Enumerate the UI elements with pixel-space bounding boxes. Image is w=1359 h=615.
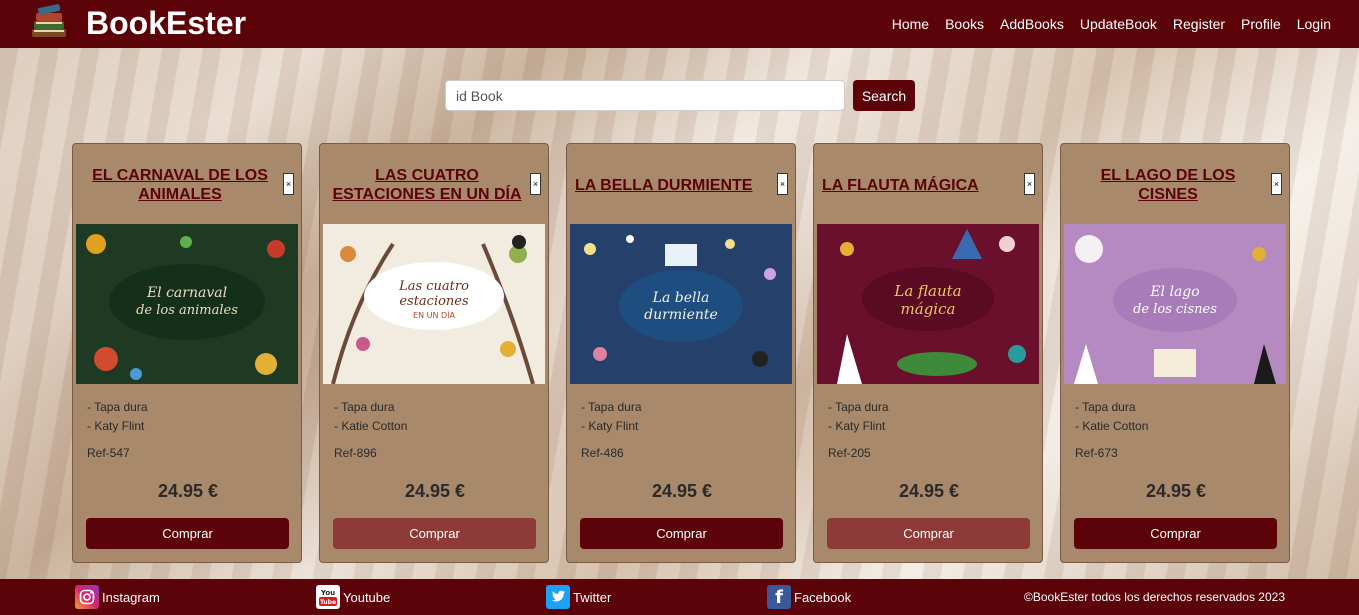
- brand-name[interactable]: BookEster: [86, 5, 246, 42]
- instagram-icon: [75, 585, 99, 609]
- book-price: 24.95 €: [404, 481, 466, 501]
- buy-button[interactable]: Comprar: [1074, 518, 1277, 549]
- book-details: - Tapa dura - Katie Cotton: [334, 398, 407, 436]
- book-author: - Katie Cotton: [334, 419, 408, 433]
- book-binding: - Tapa dura: [1075, 400, 1136, 414]
- buy-button[interactable]: Comprar: [86, 518, 289, 549]
- book-cover-image: El lago de los cisnes: [1064, 224, 1286, 384]
- top-navbar: BookEster Home Books AddBooks UpdateBook…: [0, 0, 1359, 48]
- book-details: - Tapa dura - Katie Cotton: [1075, 398, 1148, 436]
- footer: Instagram You Tube Youtube Twitter f Face…: [0, 579, 1359, 615]
- book-title-link[interactable]: LA FLAUTA MÁGICA: [822, 150, 1020, 220]
- twitter-icon: [546, 585, 570, 609]
- youtube-label: Youtube: [343, 589, 391, 605]
- book-price: 24.95 €: [157, 481, 219, 501]
- search-bar: Search: [445, 80, 915, 111]
- youtube-icon: You Tube: [316, 585, 340, 609]
- svg-text:Tube: Tube: [320, 599, 336, 606]
- buy-button[interactable]: Comprar: [333, 518, 536, 549]
- instagram-label: Instagram: [102, 589, 160, 605]
- book-binding: - Tapa dura: [334, 400, 395, 414]
- book-details: - Tapa dura - Katy Flint: [87, 398, 148, 436]
- nav-login[interactable]: Login: [1297, 16, 1331, 32]
- twitter-label: Twitter: [573, 589, 612, 605]
- search-input[interactable]: [445, 80, 845, 111]
- book-ref: Ref-896: [334, 446, 377, 460]
- svg-text:El lago: El lago: [1149, 284, 1199, 300]
- instagram-link[interactable]: Instagram: [75, 585, 160, 609]
- facebook-label: Facebook: [794, 589, 852, 605]
- book-title-link[interactable]: EL LAGO DE LOS CISNES: [1069, 150, 1267, 220]
- close-icon[interactable]: ×: [283, 173, 294, 195]
- book-cover-image: La flauta mágica: [817, 224, 1039, 384]
- book-cover-image: El carnaval de los animales: [76, 224, 298, 384]
- book-ref: Ref-486: [581, 446, 624, 460]
- book-card: LAS CUATRO ESTACIONES EN UN DÍA × Las cu…: [319, 143, 549, 563]
- book-cover-image: Las cuatro estaciones EN UN DÍA: [323, 224, 545, 384]
- books-logo-icon[interactable]: [28, 3, 70, 43]
- facebook-icon: f: [767, 585, 791, 609]
- book-author: - Katie Cotton: [1075, 419, 1149, 433]
- book-details: - Tapa dura - Katy Flint: [581, 398, 642, 436]
- nav-books[interactable]: Books: [945, 16, 984, 32]
- close-icon[interactable]: ×: [530, 173, 541, 195]
- svg-text:El carnaval: El carnaval: [146, 285, 227, 301]
- book-card: LA FLAUTA MÁGICA × La flauta mágica - Ta…: [813, 143, 1043, 563]
- svg-text:de los animales: de los animales: [136, 303, 238, 318]
- book-card: LA BELLA DURMIENTE × La bella durmiente …: [566, 143, 796, 563]
- copyright-text: ©BookEster todos los derechos reservados…: [1024, 590, 1285, 604]
- svg-text:You: You: [320, 589, 335, 597]
- close-icon[interactable]: ×: [777, 173, 788, 195]
- book-details: - Tapa dura - Katy Flint: [828, 398, 889, 436]
- book-cover-image: La bella durmiente: [570, 224, 792, 384]
- nav-updatebook[interactable]: UpdateBook: [1080, 16, 1157, 32]
- twitter-link[interactable]: Twitter: [546, 585, 611, 609]
- book-ref: Ref-547: [87, 446, 130, 460]
- svg-text:durmiente: durmiente: [644, 307, 718, 323]
- book-card-list: EL CARNAVAL DE LOS ANIMALES × El carnava…: [72, 143, 1290, 563]
- book-binding: - Tapa dura: [87, 400, 148, 414]
- svg-text:de los cisnes: de los cisnes: [1133, 302, 1217, 317]
- book-price: 24.95 €: [1145, 481, 1207, 501]
- nav-home[interactable]: Home: [892, 16, 929, 32]
- svg-text:estaciones: estaciones: [399, 294, 469, 309]
- book-author: - Katy Flint: [828, 419, 886, 433]
- nav-register[interactable]: Register: [1173, 16, 1225, 32]
- nav-profile[interactable]: Profile: [1241, 16, 1281, 32]
- book-card: EL CARNAVAL DE LOS ANIMALES × El carnava…: [72, 143, 302, 563]
- buy-button[interactable]: Comprar: [827, 518, 1030, 549]
- close-icon[interactable]: ×: [1271, 173, 1282, 195]
- svg-text:mágica: mágica: [901, 300, 956, 318]
- book-ref: Ref-205: [828, 446, 871, 460]
- book-card: EL LAGO DE LOS CISNES × El lago de los c…: [1060, 143, 1290, 563]
- buy-button[interactable]: Comprar: [580, 518, 783, 549]
- svg-text:La flauta: La flauta: [893, 282, 961, 300]
- book-title-link[interactable]: EL CARNAVAL DE LOS ANIMALES: [81, 150, 279, 220]
- svg-text:Las cuatro: Las cuatro: [398, 279, 469, 294]
- search-button[interactable]: Search: [853, 80, 915, 111]
- book-binding: - Tapa dura: [828, 400, 889, 414]
- book-price: 24.95 €: [898, 481, 960, 501]
- close-icon[interactable]: ×: [1024, 173, 1035, 195]
- main-nav: Home Books AddBooks UpdateBook Register …: [892, 0, 1331, 48]
- svg-text:EN UN DÍA: EN UN DÍA: [413, 309, 455, 320]
- book-title-link[interactable]: LAS CUATRO ESTACIONES EN UN DÍA: [328, 150, 526, 220]
- nav-addbooks[interactable]: AddBooks: [1000, 16, 1064, 32]
- book-author: - Katy Flint: [581, 419, 639, 433]
- book-binding: - Tapa dura: [581, 400, 642, 414]
- book-title-link[interactable]: LA BELLA DURMIENTE: [575, 150, 773, 220]
- book-price: 24.95 €: [651, 481, 713, 501]
- book-ref: Ref-673: [1075, 446, 1118, 460]
- facebook-link[interactable]: f Facebook: [767, 585, 851, 609]
- svg-text:La bella: La bella: [652, 290, 710, 306]
- book-author: - Katy Flint: [87, 419, 145, 433]
- youtube-link[interactable]: You Tube Youtube: [316, 585, 390, 609]
